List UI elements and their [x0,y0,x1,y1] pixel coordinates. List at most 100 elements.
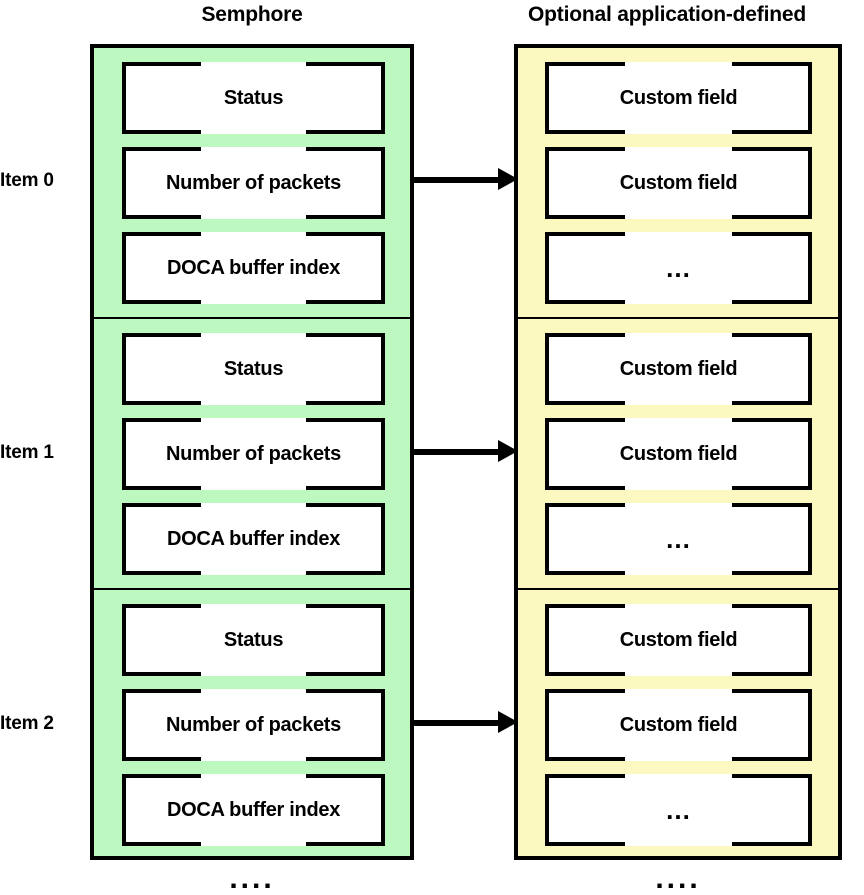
field-label: Custom field [619,443,738,465]
box-rail-left [122,503,126,575]
box-rail-left [122,232,126,304]
custom-field-ellipsis-item-0: ... [545,232,812,304]
custom-field-1-item-1: Custom field [545,333,812,405]
box-stub-top-left [122,333,201,337]
box-stub-bottom-right [306,757,385,761]
box-stub-top-left [122,774,201,778]
box-stub-bottom-left [122,672,201,676]
field-label: DOCA buffer index [166,799,341,821]
box-stub-top-right [731,418,812,422]
box-stub-bottom-left [122,571,201,575]
field-label: Custom field [619,87,738,109]
semaphore-field-buffer-index-2: DOCA buffer index [122,774,385,846]
box-stub-top-right [306,333,385,337]
box-stub-bottom-right [306,486,385,490]
field-label: ... [666,253,691,283]
field-label: DOCA buffer index [166,257,341,279]
box-stub-bottom-left [545,215,626,219]
box-stub-bottom-right [731,842,812,846]
box-rail-left [122,774,126,846]
box-stub-top-left [122,689,201,693]
field-label: Status [223,629,284,651]
field-label: DOCA buffer index [166,528,341,550]
arrow-right-icon-item-1 [414,440,518,462]
field-label: Custom field [619,714,738,736]
custom-panel-item-0: Custom field Custom field ... [514,44,842,321]
box-stub-bottom-right [306,571,385,575]
box-stub-top-left [545,147,626,151]
box-stub-top-left [122,418,201,422]
continuation-dots-semaphore: .... [229,862,275,895]
box-stub-top-left [122,503,201,507]
box-rail-left [545,418,549,490]
box-stub-bottom-left [122,757,201,761]
box-rail-right [381,689,385,761]
custom-panel-item-2: Custom field Custom field ... [514,588,842,860]
box-rail-left [545,503,549,575]
field-label: Custom field [619,629,738,651]
custom-field-2-item-2: Custom field [545,689,812,761]
item-label-2: Item 2 [0,713,54,734]
box-stub-top-right [306,774,385,778]
semaphore-diagram: Semphore Optional application-defined It… [0,0,864,895]
box-rail-right [808,503,812,575]
box-stub-bottom-right [306,300,385,304]
arrow-right-icon-item-2 [414,711,518,733]
field-label: Status [223,87,284,109]
arrow-shaft [414,720,500,726]
box-stub-top-left [545,333,626,337]
box-stub-bottom-left [545,672,626,676]
field-label: Custom field [619,358,738,380]
box-rail-right [808,774,812,846]
box-stub-top-left [545,604,626,608]
box-stub-bottom-left [545,842,626,846]
semaphore-panel-item-1: Status Number of packets DOCA buffer ind… [90,317,414,590]
box-rail-right [808,604,812,676]
box-rail-right [381,147,385,219]
box-rail-right [808,62,812,134]
box-stub-top-right [306,503,385,507]
box-rail-left [545,774,549,846]
box-rail-right [808,232,812,304]
semaphore-field-packets-1: Number of packets [122,418,385,490]
box-rail-left [545,333,549,405]
column-header-semaphore: Semphore [201,3,303,26]
column-header-custom: Optional application-defined [528,3,806,26]
box-rail-left [545,147,549,219]
box-stub-top-left [545,503,626,507]
box-stub-top-right [731,503,812,507]
semaphore-field-status-1: Status [122,333,385,405]
box-rail-left [545,604,549,676]
box-rail-left [122,418,126,490]
box-rail-left [545,62,549,134]
box-stub-bottom-left [122,130,201,134]
semaphore-field-packets-0: Number of packets [122,147,385,219]
box-stub-top-left [122,604,201,608]
semaphore-panel-item-2: Status Number of packets DOCA buffer ind… [90,588,414,860]
box-stub-top-left [122,62,201,66]
box-stub-bottom-right [731,215,812,219]
box-stub-top-left [545,232,626,236]
box-stub-bottom-right [731,672,812,676]
box-stub-top-right [731,689,812,693]
box-stub-bottom-left [122,486,201,490]
custom-field-ellipsis-item-1: ... [545,503,812,575]
continuation-dots-custom: .... [655,862,701,895]
box-stub-bottom-left [545,401,626,405]
field-label: Number of packets [166,714,341,736]
box-stub-bottom-left [545,486,626,490]
semaphore-field-packets-2: Number of packets [122,689,385,761]
box-stub-bottom-left [545,757,626,761]
semaphore-field-status-2: Status [122,604,385,676]
box-stub-bottom-left [545,130,626,134]
box-rail-right [808,333,812,405]
arrow-shaft [414,177,500,183]
semaphore-panel-item-0: Status Number of packets DOCA buffer ind… [90,44,414,321]
field-label: Status [223,358,284,380]
box-rail-right [381,503,385,575]
box-rail-left [545,232,549,304]
box-stub-top-right [306,232,385,236]
box-rail-right [808,418,812,490]
item-label-0: Item 0 [0,170,54,191]
box-rail-right [381,418,385,490]
